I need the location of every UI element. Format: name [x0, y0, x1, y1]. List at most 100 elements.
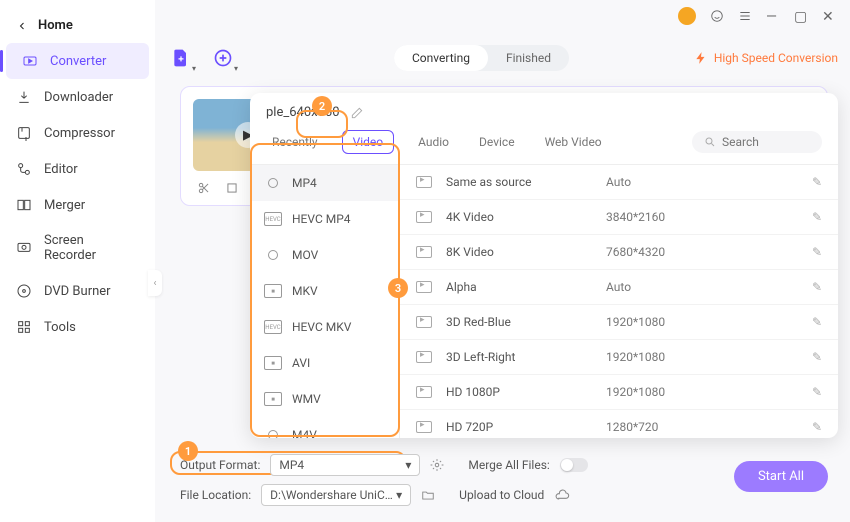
- editor-icon: [16, 161, 32, 177]
- add-url-button[interactable]: [212, 47, 234, 69]
- format-label: AVI: [292, 356, 310, 370]
- preset-edit-icon[interactable]: ✎: [812, 385, 822, 399]
- format-label: MP4: [292, 176, 317, 190]
- preset-list: Same as sourceAuto✎ 4K Video3840*2160✎ 8…: [400, 165, 838, 438]
- format-icon: [264, 428, 282, 438]
- preset-row[interactable]: 3D Left-Right1920*1080✎: [400, 340, 838, 375]
- support-icon[interactable]: [710, 9, 724, 23]
- preset-row[interactable]: HD 1080P1920*1080✎: [400, 375, 838, 410]
- preset-row[interactable]: 4K Video3840*2160✎: [400, 200, 838, 235]
- preset-edit-icon[interactable]: ✎: [812, 420, 822, 434]
- tab-video[interactable]: Video: [342, 130, 395, 154]
- crop-icon[interactable]: [225, 181, 239, 195]
- status-segmented: Converting Finished: [394, 45, 569, 71]
- format-label: MKV: [292, 284, 318, 298]
- format-label: HEVC MP4: [292, 212, 351, 226]
- file-location-label: File Location:: [180, 488, 251, 502]
- preset-icon: [416, 386, 432, 398]
- trim-icon[interactable]: [197, 181, 211, 195]
- preset-icon: [416, 246, 432, 258]
- preset-name: Same as source: [446, 175, 606, 189]
- tab-recently[interactable]: Recently: [266, 131, 324, 153]
- search-input[interactable]: [692, 131, 822, 153]
- sidebar-item-label: Tools: [44, 320, 76, 335]
- format-m4v[interactable]: M4V: [250, 417, 399, 438]
- tab-device[interactable]: Device: [473, 131, 521, 153]
- format-icon: [264, 176, 282, 190]
- sidebar-item-merger[interactable]: Merger: [0, 187, 155, 223]
- window-close[interactable]: ✕: [822, 9, 836, 23]
- user-avatar[interactable]: [678, 7, 696, 25]
- preset-edit-icon[interactable]: ✎: [812, 210, 822, 224]
- chevron-down-icon: ▾: [405, 458, 411, 472]
- preset-resolution: 1920*1080: [606, 315, 812, 329]
- preset-resolution: 1920*1080: [606, 350, 812, 364]
- sidebar: Home Converter Downloader Compressor Edi…: [0, 0, 155, 522]
- sidebar-item-dvd-burner[interactable]: DVD Burner: [0, 273, 155, 309]
- preset-icon: [416, 421, 432, 433]
- preset-resolution: Auto: [606, 280, 812, 294]
- menu-icon[interactable]: [738, 9, 752, 23]
- settings-icon[interactable]: [430, 458, 444, 472]
- window-minimize[interactable]: —: [766, 9, 780, 23]
- footer: Output Format: MP4▾ Merge All Files: Fil…: [180, 450, 828, 512]
- preset-edit-icon[interactable]: ✎: [812, 350, 822, 364]
- tab-audio[interactable]: Audio: [412, 131, 455, 153]
- output-format-select[interactable]: MP4▾: [270, 454, 420, 476]
- tab-web-video[interactable]: Web Video: [539, 131, 608, 153]
- format-mp4[interactable]: MP4: [250, 165, 399, 201]
- merger-icon: [16, 197, 32, 213]
- format-hevc-mkv[interactable]: HEVC HEVC MKV: [250, 309, 399, 345]
- chevron-left-icon: [16, 20, 28, 32]
- format-avi[interactable]: ■AVI: [250, 345, 399, 381]
- window-maximize[interactable]: ▢: [794, 9, 808, 23]
- preset-icon: [416, 211, 432, 223]
- edit-title-icon[interactable]: [350, 106, 364, 120]
- sidebar-item-compressor[interactable]: Compressor: [0, 115, 155, 151]
- merge-toggle[interactable]: [560, 458, 588, 472]
- preset-row[interactable]: AlphaAuto✎: [400, 270, 838, 305]
- preset-edit-icon[interactable]: ✎: [812, 245, 822, 259]
- home-label: Home: [38, 18, 73, 33]
- preset-name: HD 1080P: [446, 385, 606, 399]
- format-mkv[interactable]: ■MKV: [250, 273, 399, 309]
- preset-resolution: 1920*1080: [606, 385, 812, 399]
- tab-finished[interactable]: Finished: [488, 45, 569, 71]
- high-speed-toggle[interactable]: High Speed Conversion: [694, 51, 838, 65]
- sidebar-collapse-handle[interactable]: ‹: [148, 270, 162, 296]
- sidebar-item-label: Screen Recorder: [44, 233, 139, 263]
- format-label: HEVC MKV: [292, 320, 351, 334]
- sidebar-item-tools[interactable]: Tools: [0, 309, 155, 345]
- file-location-value: D:\Wondershare UniConverter 1: [270, 488, 396, 502]
- preset-edit-icon[interactable]: ✎: [812, 175, 822, 189]
- add-file-button[interactable]: [170, 47, 192, 69]
- sidebar-item-downloader[interactable]: Downloader: [0, 79, 155, 115]
- preset-edit-icon[interactable]: ✎: [812, 315, 822, 329]
- sidebar-item-converter[interactable]: Converter: [6, 43, 149, 79]
- sidebar-item-label: Merger: [44, 198, 85, 213]
- folder-icon[interactable]: [421, 488, 435, 502]
- format-popover: ple_640x360 Recently Video Audio Device …: [250, 93, 838, 438]
- format-hevc-mp4[interactable]: HEVCHEVC MP4: [250, 201, 399, 237]
- preset-row[interactable]: 3D Red-Blue1920*1080✎: [400, 305, 838, 340]
- preset-resolution: Auto: [606, 175, 812, 189]
- search-field[interactable]: [722, 135, 802, 149]
- cloud-icon[interactable]: [554, 487, 570, 503]
- file-location-select[interactable]: D:\Wondershare UniConverter 1▾: [261, 484, 411, 506]
- sidebar-item-editor[interactable]: Editor: [0, 151, 155, 187]
- format-wmv[interactable]: ■WMV: [250, 381, 399, 417]
- preset-row[interactable]: Same as sourceAuto✎: [400, 165, 838, 200]
- preset-edit-icon[interactable]: ✎: [812, 280, 822, 294]
- preset-name: 8K Video: [446, 245, 606, 259]
- start-all-button[interactable]: Start All: [734, 461, 828, 492]
- format-mov[interactable]: MOV: [250, 237, 399, 273]
- card-tools: [197, 181, 239, 195]
- sidebar-item-label: Downloader: [44, 90, 113, 105]
- search-icon: [704, 136, 716, 148]
- sidebar-item-screen-recorder[interactable]: Screen Recorder: [0, 223, 155, 273]
- format-icon: HEVC: [264, 320, 282, 334]
- tab-converting[interactable]: Converting: [394, 45, 488, 71]
- preset-row[interactable]: 8K Video7680*4320✎: [400, 235, 838, 270]
- preset-row[interactable]: HD 720P1280*720✎: [400, 410, 838, 438]
- home-button[interactable]: Home: [0, 8, 155, 43]
